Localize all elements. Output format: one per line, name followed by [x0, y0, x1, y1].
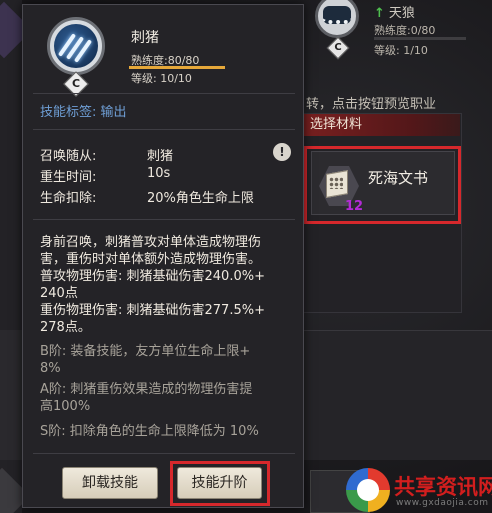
- game-screen: C ↑ 天狼 熟练度:0/80 等级: 1/10 转，点击按钮预览职业 选择材料 …: [0, 0, 492, 513]
- watermark-logo-icon: [346, 468, 390, 512]
- info-icon[interactable]: !: [273, 143, 291, 161]
- skill-level: 等级: 10/10: [131, 72, 192, 85]
- stat-label-respawn: 重生时间:: [40, 170, 97, 185]
- description-line: 身前召唤，刺猪普攻对单体造成物理伤: [40, 235, 262, 250]
- proficiency-bar: [374, 37, 466, 40]
- stage-a-line: A阶: 刺猪重伤效果造成的物理伤害提: [40, 382, 253, 397]
- stat-label-hp-cost: 生命扣除:: [40, 191, 97, 206]
- upgrade-arrow-icon: ↑: [374, 6, 385, 21]
- description-line: 普攻物理伤害: 刺猪基础伤害240.0%+: [40, 269, 265, 284]
- skill-level: 等级: 1/10: [374, 44, 428, 57]
- stage-a-line: 高100%: [40, 399, 91, 414]
- skill-icon-cizhu: C: [41, 13, 111, 103]
- divider: [33, 453, 295, 454]
- skill-icon-tianlang[interactable]: C: [313, 0, 361, 62]
- divider: [33, 129, 295, 130]
- skill-name: 刺猪: [131, 30, 159, 46]
- stat-value-summon: 刺猪: [147, 149, 174, 164]
- class-preview-hint: 转，点击按钮预览职业: [306, 97, 437, 112]
- description-line: 278点。: [40, 320, 91, 335]
- stage-s-line: S阶: 扣除角色的生命上限降低为 10%: [40, 424, 259, 439]
- proficiency-bar-fill: [129, 66, 225, 69]
- divider: [33, 93, 295, 94]
- skill-tooltip: C 刺猪 熟练度:80/80 等级: 10/10 技能标签: 输出 召唤随从: …: [22, 4, 304, 508]
- stage-b-line: B阶: 装备技能，友方单位生命上限+: [40, 344, 251, 359]
- description-line: 害，重伤时对单体额外造成物理伤害。: [40, 252, 262, 267]
- description-line: 重伤物理伤害: 刺猪基础伤害277.5%+: [40, 303, 265, 318]
- stage-b-line: 8%: [40, 361, 61, 376]
- skill-name-tianlang: ↑ 天狼: [374, 6, 415, 21]
- material-panel-header: 选择材料: [300, 114, 460, 136]
- proficiency-bar: [129, 66, 225, 69]
- right-lower-panel: [300, 330, 492, 460]
- skill-tag: 技能标签: 输出: [40, 105, 127, 120]
- description-line: 240点: [40, 286, 78, 301]
- divider: [33, 219, 295, 220]
- watermark-text: 共享资讯网: [394, 475, 492, 499]
- uninstall-skill-button[interactable]: 卸载技能: [62, 467, 158, 499]
- grade-badge: C: [326, 36, 350, 60]
- upgrade-highlight-box: [170, 461, 270, 506]
- skill-proficiency: 熟练度:0/80: [374, 24, 436, 37]
- stat-label-summon: 召唤随从:: [40, 149, 97, 164]
- left-lower-panel: [0, 330, 22, 460]
- watermark: 共享资讯网 www.gxdaojia.com: [346, 468, 492, 513]
- stat-value-hp-cost: 20%角色生命上限: [147, 191, 254, 206]
- material-highlight-box: [304, 146, 461, 224]
- watermark-url: www.gxdaojia.com: [396, 498, 489, 508]
- fang-icon: [323, 6, 351, 24]
- stat-value-respawn: 10s: [147, 166, 171, 181]
